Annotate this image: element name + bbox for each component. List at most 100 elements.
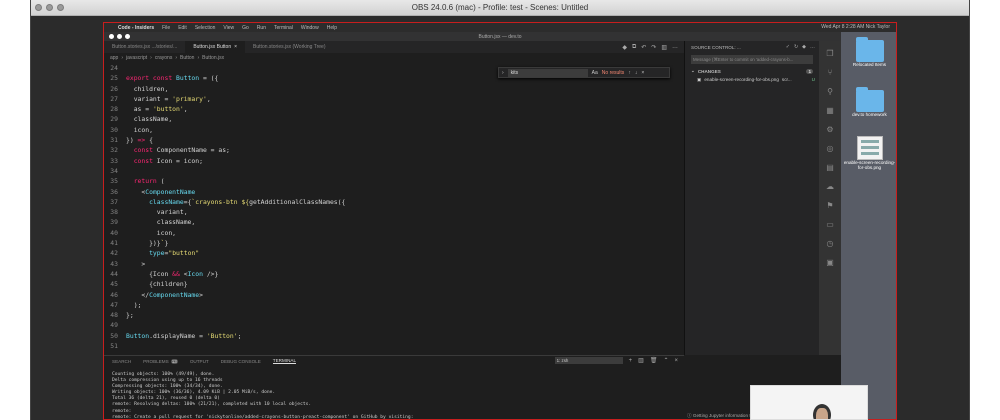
code-line[interactable]: 39 className,	[104, 217, 674, 227]
menu-help[interactable]: Help	[327, 25, 337, 31]
tab-button-stories-working-tree[interactable]: Button.stories.jsx (Working Tree)	[245, 41, 333, 53]
menu-app-name[interactable]: Code - Insiders	[118, 25, 154, 31]
code-line[interactable]: 51	[104, 341, 674, 351]
tab-debug-console[interactable]: DEBUG CONSOLE	[221, 359, 261, 364]
toggle-replace-icon[interactable]: ›	[502, 70, 504, 76]
close-find-icon[interactable]: ×	[641, 70, 644, 76]
tab-output[interactable]: OUTPUT	[190, 359, 209, 364]
debug-icon[interactable]: ⚙	[826, 125, 833, 134]
commit-message-input[interactable]: Message (⌘Enter to commit on 'added-cray…	[691, 55, 813, 64]
code-line[interactable]: 43 >	[104, 259, 674, 269]
previous-match-icon[interactable]: ↑	[628, 70, 631, 76]
code-line[interactable]: 32 const ComponentName = as;	[104, 145, 674, 155]
menu-selection[interactable]: Selection	[195, 25, 216, 31]
code-line[interactable]: 37 className ={`crayons-btn ${getAddition…	[104, 197, 674, 207]
obs-preview[interactable]: Code - Insiders File Edit Selection View…	[103, 22, 897, 420]
find-input[interactable]: kits	[507, 68, 588, 77]
dashboard-icon[interactable]: ▣	[826, 258, 834, 267]
menu-file[interactable]: File	[162, 25, 170, 31]
menu-window[interactable]: Window	[301, 25, 319, 31]
code-line[interactable]: 34	[104, 166, 674, 176]
menu-edit[interactable]: Edit	[178, 25, 187, 31]
code-editor[interactable]: 24 25 export const Button = ({26 children,…	[104, 63, 674, 351]
tab-button-jsx[interactable]: Button.jsx Button ×	[185, 41, 246, 53]
trash-icon[interactable]: 🗑	[650, 357, 658, 364]
menu-run[interactable]: Run	[257, 25, 266, 31]
changed-file-item[interactable]: ▣ enable-screen-recording-for-obs.png sc…	[685, 77, 819, 83]
split-terminal-icon[interactable]: ▥	[638, 357, 644, 364]
forward-icon[interactable]: ↷	[651, 44, 656, 51]
close-panel-icon[interactable]: ×	[674, 358, 678, 364]
split-editor-icon[interactable]: ▥	[661, 44, 667, 51]
search-icon[interactable]: ⚲	[827, 87, 833, 96]
desktop-item-screenshot[interactable]: enable-screen-recording-for-obs.png	[841, 136, 896, 170]
remote-icon[interactable]: ◎	[827, 144, 834, 153]
refresh-icon[interactable]: ↻	[794, 44, 798, 50]
history-icon[interactable]: ◷	[827, 239, 834, 248]
branch-icon[interactable]: ◆	[802, 44, 806, 50]
code-line[interactable]: 38 variant,	[104, 207, 674, 217]
code-line[interactable]: 30 icon,	[104, 125, 674, 135]
close-window-button[interactable]	[35, 4, 42, 11]
maximize-panel-icon[interactable]: ⌃	[663, 357, 668, 364]
source-control-icon[interactable]: ⑂	[828, 68, 833, 77]
explorer-icon[interactable]: ❐	[826, 49, 833, 58]
new-terminal-icon[interactable]: +	[629, 358, 633, 364]
folder-icon[interactable]: ▭	[826, 220, 834, 229]
breadcrumb-item[interactable]: Button.jsx	[202, 55, 224, 61]
code-line[interactable]: 31}) => {	[104, 135, 674, 145]
code-line[interactable]: 48};	[104, 310, 674, 320]
git-icon[interactable]: ◆	[622, 44, 627, 51]
menu-terminal[interactable]: Terminal	[274, 25, 293, 31]
terminal-select[interactable]: 1: zsh	[554, 357, 623, 364]
docker-icon[interactable]: ☁	[826, 182, 834, 191]
code-line[interactable]: 46 </ComponentName >	[104, 290, 674, 300]
breadcrumb-item[interactable]: Button	[180, 55, 194, 61]
breadcrumb-item[interactable]: crayons	[155, 55, 173, 61]
tab-button-stories[interactable]: Button.stories.jsx .../stories/...	[104, 41, 185, 53]
code-line[interactable]: 33 const Icon = icon;	[104, 156, 674, 166]
extensions-icon[interactable]: ▦	[826, 106, 834, 115]
close-tab-icon[interactable]: ×	[234, 44, 237, 50]
next-match-icon[interactable]: ↓	[635, 70, 638, 76]
more-actions-icon[interactable]: …	[672, 44, 678, 51]
code-line[interactable]: 42 type = "button"	[104, 248, 674, 258]
zoom-window-button[interactable]	[57, 4, 64, 11]
code-line[interactable]: 36 < ComponentName	[104, 187, 674, 197]
match-case-icon[interactable]: Aa	[592, 70, 598, 76]
code-line[interactable]: 45 {children}	[104, 279, 674, 289]
vscode-close-button[interactable]	[109, 34, 114, 39]
back-icon[interactable]: ↶	[641, 44, 646, 51]
desktop-item-relocated[interactable]: Relocated Items	[841, 37, 896, 67]
code-line[interactable]: 29 className,	[104, 114, 674, 124]
tab-problems[interactable]: PROBLEMS 13	[143, 358, 178, 364]
breadcrumb-item[interactable]: javascript	[126, 55, 147, 61]
code-line[interactable]: 44 {Icon && < Icon />}	[104, 269, 674, 279]
menu-view[interactable]: View	[223, 25, 234, 31]
code-line[interactable]: 35 return (	[104, 176, 674, 186]
menu-go[interactable]: Go	[242, 25, 249, 31]
code-line[interactable]: 41 })} `}	[104, 238, 674, 248]
code-line[interactable]: 50 Button .displayName = 'Button';	[104, 331, 674, 341]
calendar-icon[interactable]: ▤	[826, 163, 834, 172]
desktop-item-homework[interactable]: dev.to homework	[841, 87, 896, 117]
code-line[interactable]: 49	[104, 320, 674, 330]
more-icon[interactable]: …	[810, 44, 815, 50]
changes-section[interactable]: ⌄ CHANGES 1	[685, 68, 819, 74]
vscode-minimize-button[interactable]	[117, 34, 122, 39]
commit-icon[interactable]: ✓	[786, 44, 790, 50]
code-line[interactable]: 40 icon,	[104, 228, 674, 238]
breadcrumb-item[interactable]: app	[110, 55, 118, 61]
vscode-zoom-button[interactable]	[125, 34, 130, 39]
code-line[interactable]: 28 as = 'button',	[104, 104, 674, 114]
terminal-output[interactable]: Counting objects: 100% (49/49), done. Del…	[104, 366, 684, 419]
bookmark-icon[interactable]: ⚑	[826, 201, 833, 210]
code-line[interactable]: 26 children,	[104, 84, 674, 94]
vscode-window-title: Button.jsx — dev.to	[478, 33, 522, 40]
compare-icon[interactable]: ⧉	[632, 44, 636, 51]
tab-search[interactable]: SEARCH	[112, 359, 131, 364]
code-line[interactable]: 47 );	[104, 300, 674, 310]
minimize-window-button[interactable]	[46, 4, 53, 11]
code-line[interactable]: 27 variant = 'primary',	[104, 94, 674, 104]
tab-terminal[interactable]: TERMINAL	[272, 358, 297, 364]
